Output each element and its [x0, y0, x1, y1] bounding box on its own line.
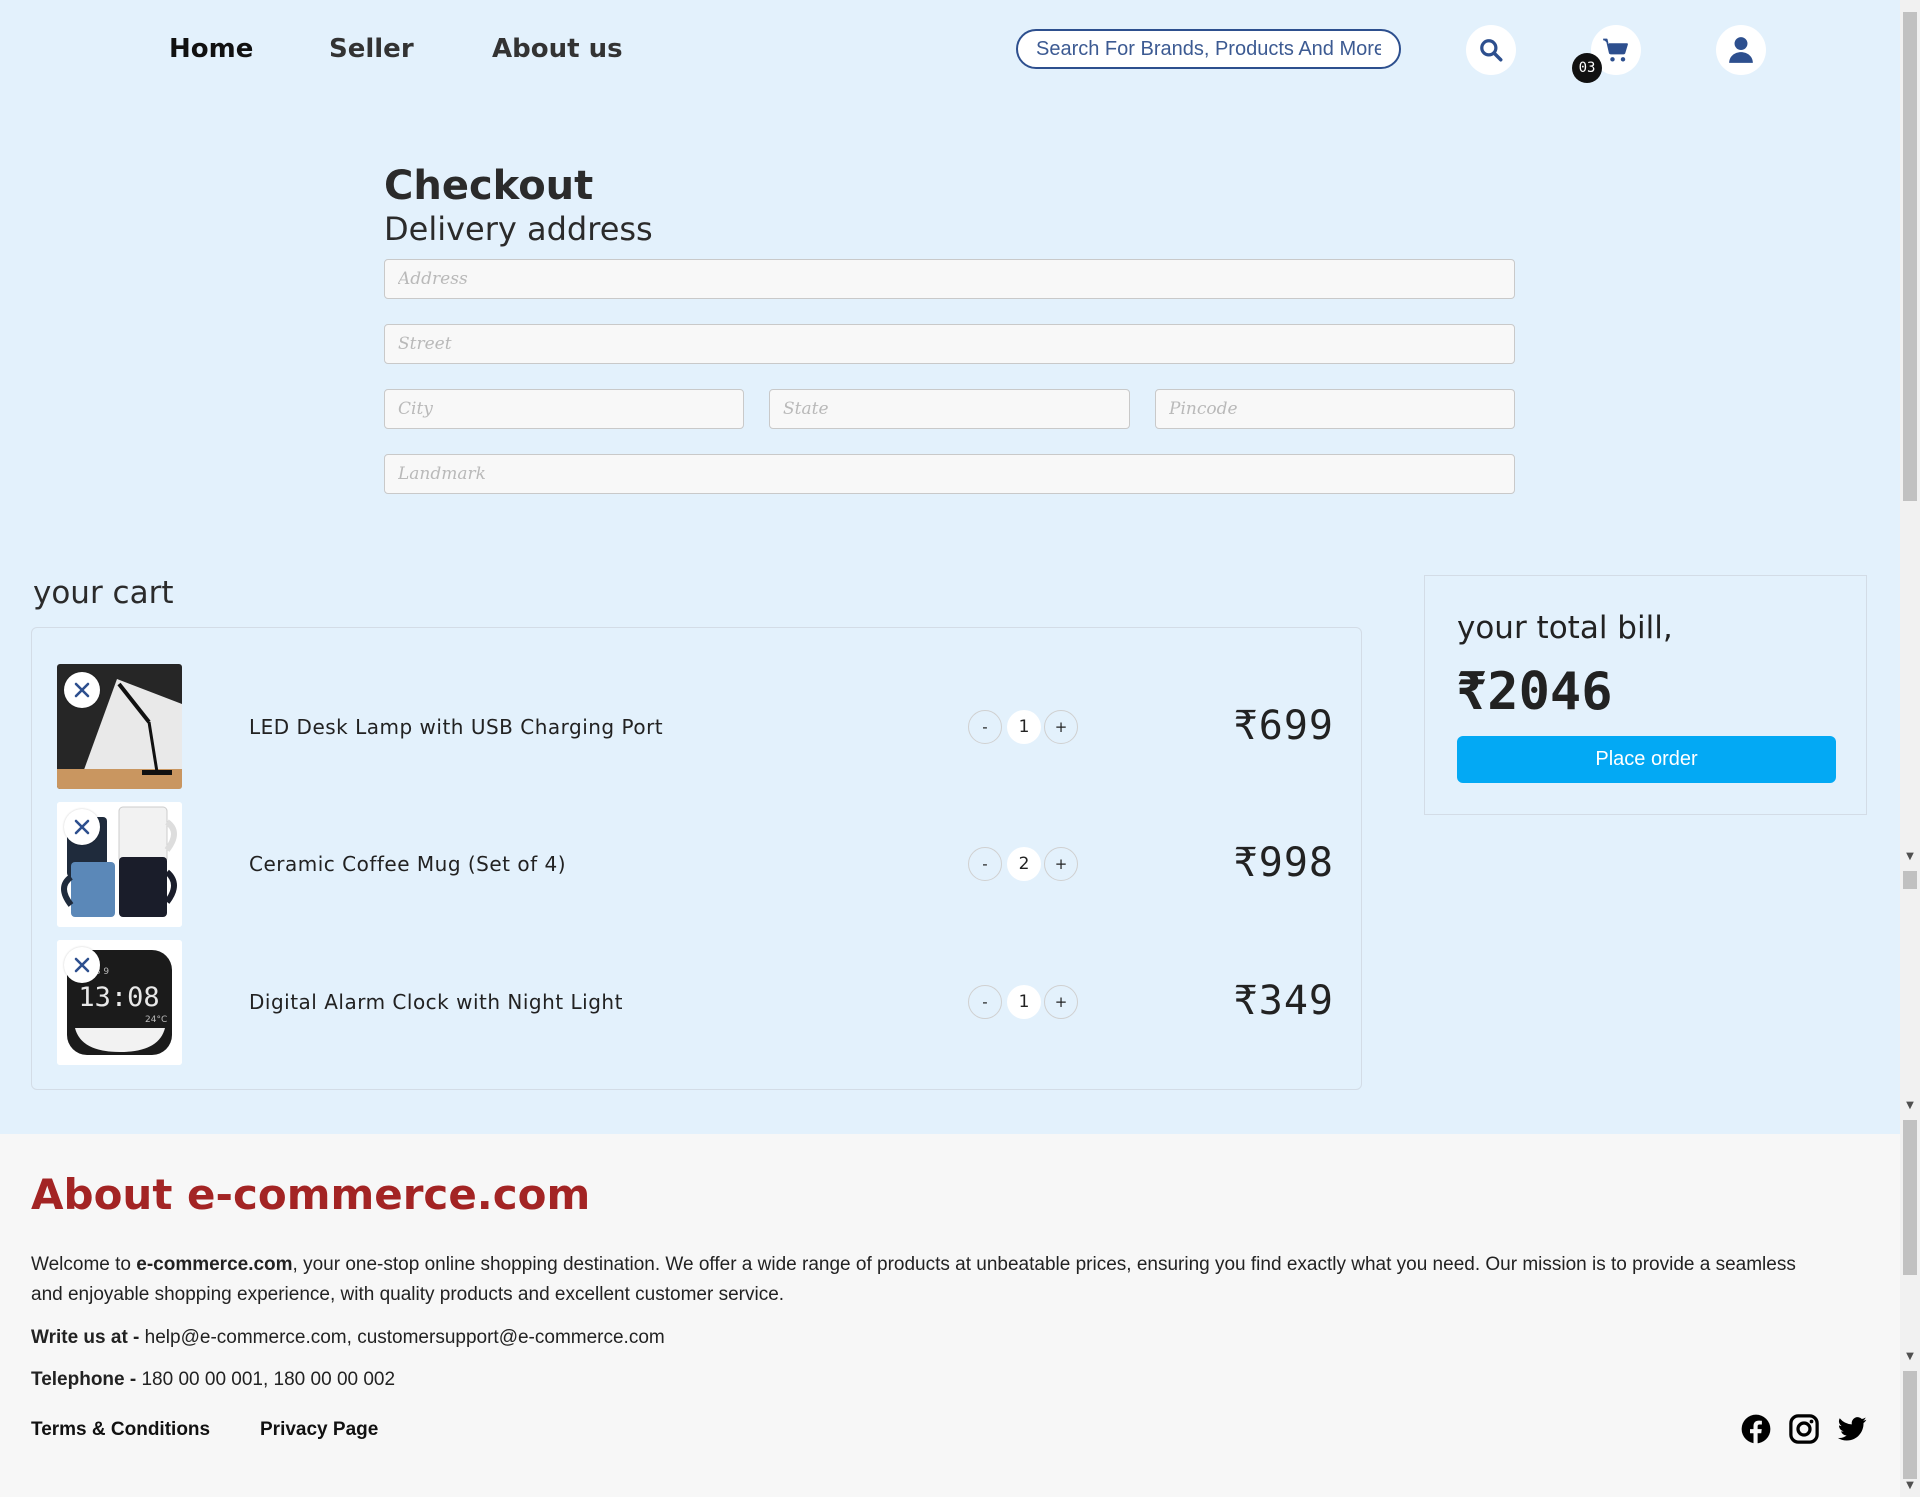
cart-item-qty: 1: [1007, 710, 1041, 744]
cart-count-badge: 03: [1572, 53, 1602, 83]
cart-item-name: Ceramic Coffee Mug (Set of 4): [249, 852, 567, 876]
nav-link-seller[interactable]: Seller: [329, 34, 414, 64]
footer-brand: e-commerce.com: [136, 1254, 293, 1275]
scroll-down-arrow[interactable]: ▼: [1905, 1352, 1915, 1362]
write-us-label: Write us at -: [31, 1327, 145, 1348]
state-field[interactable]: [769, 389, 1130, 429]
landmark-field[interactable]: [384, 454, 1515, 494]
profile-button[interactable]: [1716, 25, 1766, 75]
footer-title: About e-commerce.com: [31, 1170, 591, 1219]
cart-item-price: ₹998: [1233, 840, 1334, 886]
cart-list: [31, 627, 1362, 1090]
cart-item-price: ₹349: [1233, 978, 1334, 1024]
scrollbar-thumb[interactable]: [1903, 12, 1917, 501]
street-field[interactable]: [384, 324, 1515, 364]
instagram-icon[interactable]: [1789, 1414, 1819, 1444]
total-bill-amount: ₹2046: [1456, 662, 1613, 722]
increase-qty-button[interactable]: +: [1044, 710, 1078, 744]
svg-text:24°C: 24°C: [145, 1015, 167, 1025]
footer-scrollbar-thumb[interactable]: [1903, 1120, 1917, 1275]
scroll-down-arrow[interactable]: ▼: [1905, 1481, 1915, 1491]
increase-qty-button[interactable]: +: [1044, 985, 1078, 1019]
twitter-icon[interactable]: [1837, 1414, 1867, 1444]
total-bill-label: your total bill,: [1457, 610, 1673, 646]
footer-contact-email: Write us at - help@e-commerce.com, custo…: [31, 1323, 665, 1353]
search-icon: [1480, 39, 1503, 62]
cart-item-name: LED Desk Lamp with USB Charging Port: [249, 715, 664, 739]
place-order-button[interactable]: Place order: [1457, 736, 1836, 783]
cart-item-name: Digital Alarm Clock with Night Light: [249, 990, 623, 1014]
terms-link[interactable]: Terms & Conditions: [31, 1419, 210, 1441]
decrease-qty-button[interactable]: -: [968, 847, 1002, 881]
delivery-address-heading: Delivery address: [384, 210, 653, 248]
nested-scrollbar-thumb[interactable]: [1903, 871, 1917, 889]
cart-icon: [1603, 38, 1628, 62]
nav-link-home[interactable]: Home: [169, 34, 253, 64]
remove-item-button[interactable]: [64, 947, 100, 983]
search-input[interactable]: [1016, 29, 1401, 69]
facebook-icon[interactable]: [1741, 1414, 1771, 1444]
footer-intro-start: Welcome to: [31, 1254, 137, 1275]
telephone-label: Telephone -: [31, 1369, 142, 1390]
increase-qty-button[interactable]: +: [1044, 847, 1078, 881]
page-title: Checkout: [384, 163, 594, 209]
footer-contact-phone: Telephone - 180 00 00 001, 180 00 00 002: [31, 1365, 395, 1395]
footer-intro: Welcome to e-commerce.com, your one-stop…: [31, 1250, 1831, 1310]
privacy-link[interactable]: Privacy Page: [260, 1419, 378, 1441]
scroll-down-arrow[interactable]: ▼: [1905, 852, 1915, 862]
nav-link-about[interactable]: About us: [492, 34, 623, 64]
footer-scrollbar-thumb-2[interactable]: [1903, 1371, 1917, 1479]
search-button[interactable]: [1466, 25, 1516, 75]
telephone-value: 180 00 00 001, 180 00 00 002: [141, 1369, 396, 1390]
address-field[interactable]: [384, 259, 1515, 299]
pincode-field[interactable]: [1155, 389, 1515, 429]
user-icon: [1729, 37, 1753, 63]
scroll-down-arrow[interactable]: ▼: [1905, 1101, 1915, 1111]
svg-text:13:08: 13:08: [78, 982, 159, 1013]
close-icon: [74, 682, 90, 698]
city-field[interactable]: [384, 389, 744, 429]
cart-item-qty: 1: [1007, 985, 1041, 1019]
footer-intro-rest: , your one-stop online shopping destinat…: [31, 1254, 1796, 1305]
cart-item-price: ₹699: [1233, 703, 1334, 749]
remove-item-button[interactable]: [64, 672, 100, 708]
cart-item-qty: 2: [1007, 847, 1041, 881]
close-icon: [74, 957, 90, 973]
decrease-qty-button[interactable]: -: [968, 710, 1002, 744]
remove-item-button[interactable]: [64, 809, 100, 845]
cart-heading: your cart: [33, 575, 174, 611]
write-us-value: help@e-commerce.com, customersupport@e-c…: [144, 1327, 665, 1348]
close-icon: [74, 819, 90, 835]
decrease-qty-button[interactable]: -: [968, 985, 1002, 1019]
